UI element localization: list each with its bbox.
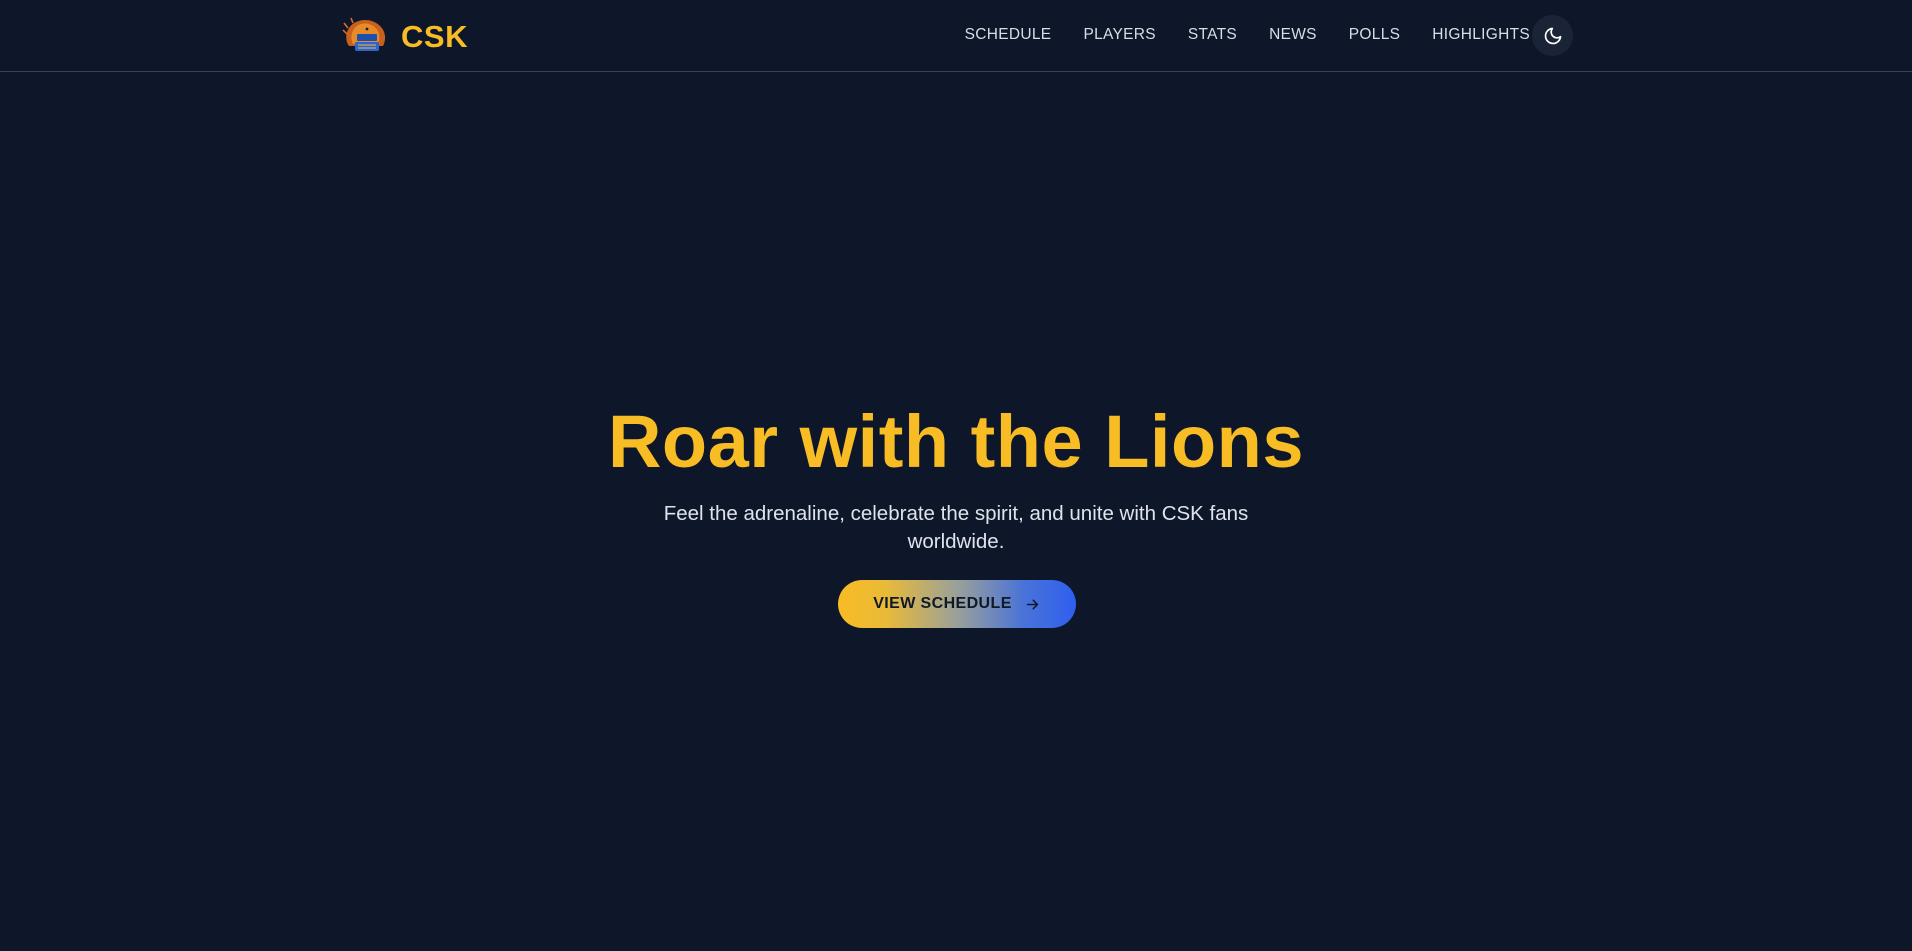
brand-home-link[interactable]: CSK — [341, 16, 468, 56]
nav-item-highlights[interactable]: HIGHLIGHTS — [1432, 26, 1530, 43]
hero-subtitle: Feel the adrenaline, celebrate the spiri… — [663, 502, 1249, 553]
arrow-right-icon — [1026, 598, 1039, 610]
nav-item-news[interactable]: NEWS — [1269, 26, 1317, 43]
theme-toggle-button[interactable] — [1532, 15, 1573, 56]
view-schedule-button[interactable]: VIEW SCHEDULE — [838, 580, 1076, 628]
main-nav: SCHEDULE PLAYERS STATS NEWS POLLS HIGHLI… — [965, 0, 1530, 70]
moon-icon — [1544, 27, 1561, 44]
brand-name: CSK — [401, 18, 468, 54]
nav-item-schedule[interactable]: SCHEDULE — [965, 26, 1052, 43]
hero-section: Roar with the Lions Feel the adrenaline,… — [0, 72, 1912, 951]
view-schedule-label: VIEW SCHEDULE — [873, 595, 1012, 612]
top-navbar: CSK SCHEDULE PLAYERS STATS NEWS POLLS HI… — [0, 0, 1912, 72]
nav-item-players[interactable]: PLAYERS — [1083, 26, 1155, 43]
nav-item-stats[interactable]: STATS — [1188, 26, 1237, 43]
csk-lion-logo-icon — [342, 17, 386, 51]
hero-title: Roar with the Lions — [607, 400, 1305, 483]
nav-item-polls[interactable]: POLLS — [1349, 26, 1400, 43]
